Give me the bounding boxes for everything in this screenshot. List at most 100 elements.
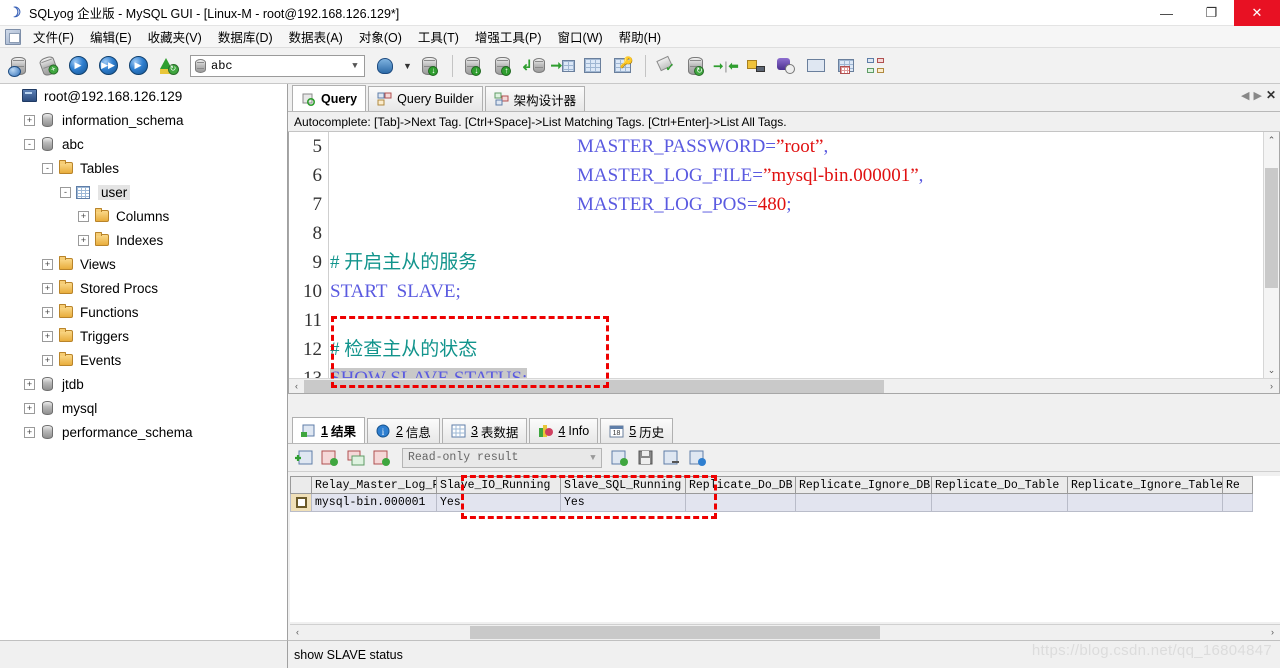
migration-icon[interactable]: [742, 52, 770, 80]
tree-node-performance-schema[interactable]: + performance_schema: [0, 420, 287, 444]
tree-node-information-schema[interactable]: + information_schema: [0, 108, 287, 132]
import-from-csv-icon[interactable]: ↲: [519, 52, 547, 80]
editor-hscroll-track[interactable]: [304, 379, 1264, 393]
new-connection-icon[interactable]: [4, 52, 32, 80]
database-selector[interactable]: abc ▼: [190, 54, 365, 77]
insert-row-icon[interactable]: [608, 447, 632, 469]
expand-icon[interactable]: +: [42, 258, 53, 270]
expand-icon[interactable]: +: [78, 234, 89, 246]
table-row[interactable]: mysql-bin.000001 Yes Yes: [290, 494, 1280, 512]
apply-changes-icon[interactable]: [370, 447, 394, 469]
grid-hscroll-thumb[interactable]: [470, 625, 880, 639]
minimize-button[interactable]: —: [1144, 0, 1189, 26]
notification-services-icon[interactable]: [802, 52, 830, 80]
code-line[interactable]: # 检查主从的状态: [330, 335, 1263, 364]
new-database-icon[interactable]: +: [34, 52, 62, 80]
tree-node-views[interactable]: + Views: [0, 252, 287, 276]
sql-editor[interactable]: 5678910111213 MASTER_PASSWORD=”root”,MAS…: [288, 132, 1280, 394]
tab-history[interactable]: 18 5 历史: [600, 418, 674, 443]
editor-scroll-right-icon[interactable]: ›: [1264, 381, 1279, 391]
menu-item-tools[interactable]: 工具(T): [410, 25, 467, 48]
save-result-icon[interactable]: [634, 447, 658, 469]
expand-icon[interactable]: +: [42, 354, 53, 366]
object-browser-tree[interactable]: root@192.168.126.129 + information_schema -…: [0, 84, 288, 668]
schema-designer-icon[interactable]: [862, 52, 890, 80]
grid-column-header[interactable]: Replicate_Ignore_DB: [796, 476, 932, 494]
restore-button[interactable]: ❐: [1189, 0, 1234, 26]
editor-horizontal-scrollbar[interactable]: ‹ ›: [289, 378, 1279, 393]
menu-item-edit[interactable]: 编辑(E): [82, 25, 140, 48]
grid-column-header[interactable]: Replicate_Ignore_Table: [1068, 476, 1223, 494]
grid-cell[interactable]: [686, 494, 796, 512]
expand-icon[interactable]: +: [24, 402, 35, 414]
user-manager-icon[interactable]: [371, 52, 399, 80]
refresh-data-icon[interactable]: [318, 447, 342, 469]
code-line[interactable]: MASTER_PASSWORD=”root”,: [330, 132, 1263, 161]
expand-icon[interactable]: +: [42, 306, 53, 318]
collapse-icon[interactable]: -: [24, 138, 35, 150]
execute-all-queries-icon[interactable]: ▶▶: [94, 52, 122, 80]
grid-column-header[interactable]: Replicate_Do_DB: [686, 476, 796, 494]
database-sync-icon[interactable]: ↻: [682, 52, 710, 80]
execute-query-icon[interactable]: ▶: [64, 52, 92, 80]
result-mode-selector[interactable]: Read-only result ▼: [402, 447, 602, 468]
menu-item-table[interactable]: 数据表(A): [281, 25, 351, 48]
tab-table-data[interactable]: 3 表数据: [441, 418, 528, 443]
tree-node-functions[interactable]: + Functions: [0, 300, 287, 324]
expand-icon[interactable]: +: [24, 378, 35, 390]
expand-icon[interactable]: +: [78, 210, 89, 222]
menu-item-window[interactable]: 窗口(W): [550, 25, 611, 48]
table-diagnostics-icon[interactable]: [579, 52, 607, 80]
editor-code-area[interactable]: MASTER_PASSWORD=”root”, MASTER_LOG_FILE=”…: [330, 132, 1263, 378]
tree-node-events[interactable]: + Events: [0, 348, 287, 372]
grid-column-header[interactable]: Slave_IO_Running: [437, 476, 561, 494]
menu-item-help[interactable]: 帮助(H): [611, 25, 669, 48]
menu-item-powertools[interactable]: 增强工具(P): [467, 25, 550, 48]
grid-cell[interactable]: Yes: [561, 494, 686, 512]
grid-cell[interactable]: mysql-bin.000001: [312, 494, 437, 512]
tree-node-indexes[interactable]: + Indexes: [0, 228, 287, 252]
tab-schema-designer[interactable]: 架构设计器: [484, 86, 586, 111]
editor-scroll-up-icon[interactable]: ⌃: [1264, 132, 1279, 148]
grid-cell[interactable]: [1068, 494, 1223, 512]
editor-scroll-down-icon[interactable]: ⌄: [1264, 362, 1279, 378]
export-result-icon[interactable]: [660, 447, 684, 469]
close-button[interactable]: ✕: [1234, 0, 1280, 26]
tree-node-abc[interactable]: - abc: [0, 132, 287, 156]
tab-close-icon[interactable]: ✕: [1266, 88, 1276, 102]
grid-column-header[interactable]: Replicate_Do_Table: [932, 476, 1068, 494]
expand-icon[interactable]: +: [42, 282, 53, 294]
code-line[interactable]: [330, 306, 1263, 335]
code-line[interactable]: START SLAVE;: [330, 277, 1263, 306]
expand-icon[interactable]: +: [24, 426, 35, 438]
editor-vertical-scrollbar[interactable]: ⌃ ⌄: [1263, 132, 1279, 378]
code-line[interactable]: MASTER_LOG_POS=480;: [330, 190, 1263, 219]
import-external-data-icon[interactable]: ↓: [416, 52, 444, 80]
column-chooser-icon[interactable]: [686, 447, 710, 469]
code-line[interactable]: MASTER_LOG_FILE=”mysql-bin.000001”,: [330, 161, 1263, 190]
grid-column-header[interactable]: Re: [1223, 476, 1253, 494]
grid-column-header[interactable]: Slave_SQL_Running: [561, 476, 686, 494]
tab-result[interactable]: 1 结果: [292, 417, 365, 443]
export-to-csv-icon[interactable]: ➞: [549, 52, 577, 80]
expand-icon[interactable]: +: [24, 114, 35, 126]
row-selector[interactable]: [290, 494, 312, 512]
tree-node-triggers[interactable]: + Triggers: [0, 324, 287, 348]
backup-database-icon[interactable]: ↓: [459, 52, 487, 80]
scheduled-backup-icon[interactable]: [772, 52, 800, 80]
editor-hscroll-thumb[interactable]: [304, 379, 884, 393]
collapse-icon[interactable]: -: [60, 186, 71, 198]
tree-node-mysql[interactable]: + mysql: [0, 396, 287, 420]
code-line[interactable]: [330, 219, 1263, 248]
grid-hscroll-track[interactable]: [305, 625, 1265, 639]
html-report-icon[interactable]: [832, 52, 860, 80]
duplicate-row-icon[interactable]: [344, 447, 368, 469]
menu-item-database[interactable]: 数据库(D): [210, 25, 281, 48]
editor-vscroll-thumb[interactable]: [1265, 168, 1278, 288]
grid-cell[interactable]: [932, 494, 1068, 512]
grid-select-all-header[interactable]: [290, 476, 312, 494]
execute-query-to-file-icon[interactable]: ▶: [124, 52, 152, 80]
grid-cell[interactable]: [1223, 494, 1253, 512]
row-selector-box[interactable]: [295, 497, 307, 508]
chevron-down-icon[interactable]: ▼: [346, 61, 364, 71]
